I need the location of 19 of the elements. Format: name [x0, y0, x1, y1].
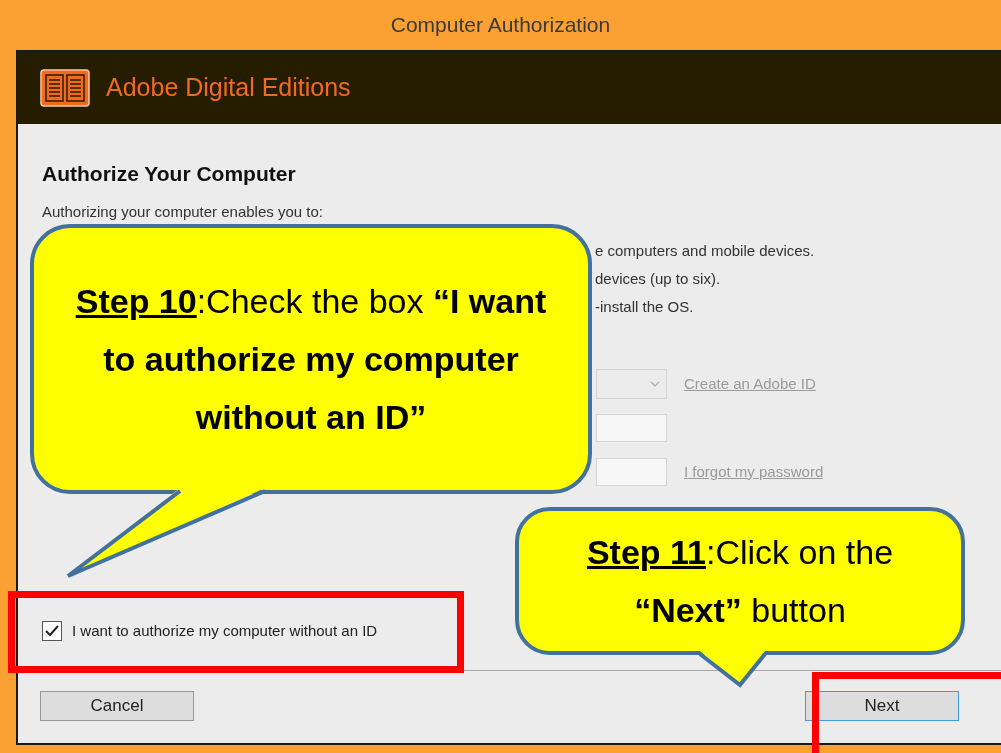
checkbox-label: I want to authorize my computer without an ID	[72, 620, 378, 641]
callout-text: Step 11:Click on the “Next” button	[585, 532, 895, 631]
app-name: Adobe Digital Editions	[106, 72, 351, 104]
benefit-text: devices (up to six).	[595, 269, 722, 289]
dialog-button[interactable]: Cancel	[40, 691, 194, 721]
input-field[interactable]	[596, 414, 667, 442]
input-field[interactable]	[596, 458, 667, 486]
intro-text: Authorizing your computer enables you to:	[42, 203, 324, 221]
heading: Authorize Your Computer	[42, 161, 297, 187]
window-title: Computer Authorization	[390, 12, 611, 39]
checkmark-icon	[45, 624, 59, 637]
dialog-button[interactable]: Next	[805, 691, 959, 721]
chevron-down-icon	[650, 381, 660, 387]
callout-text: Step 10:Check the box “I want to authorize my computer without an ID”	[74, 281, 548, 438]
book-logo-icon	[40, 69, 90, 107]
benefit-text: e computers and mobile devices.	[595, 241, 816, 261]
checkbox[interactable]	[42, 620, 62, 641]
dropdown[interactable]	[596, 369, 667, 399]
benefit-text: -install the OS.	[595, 297, 695, 317]
